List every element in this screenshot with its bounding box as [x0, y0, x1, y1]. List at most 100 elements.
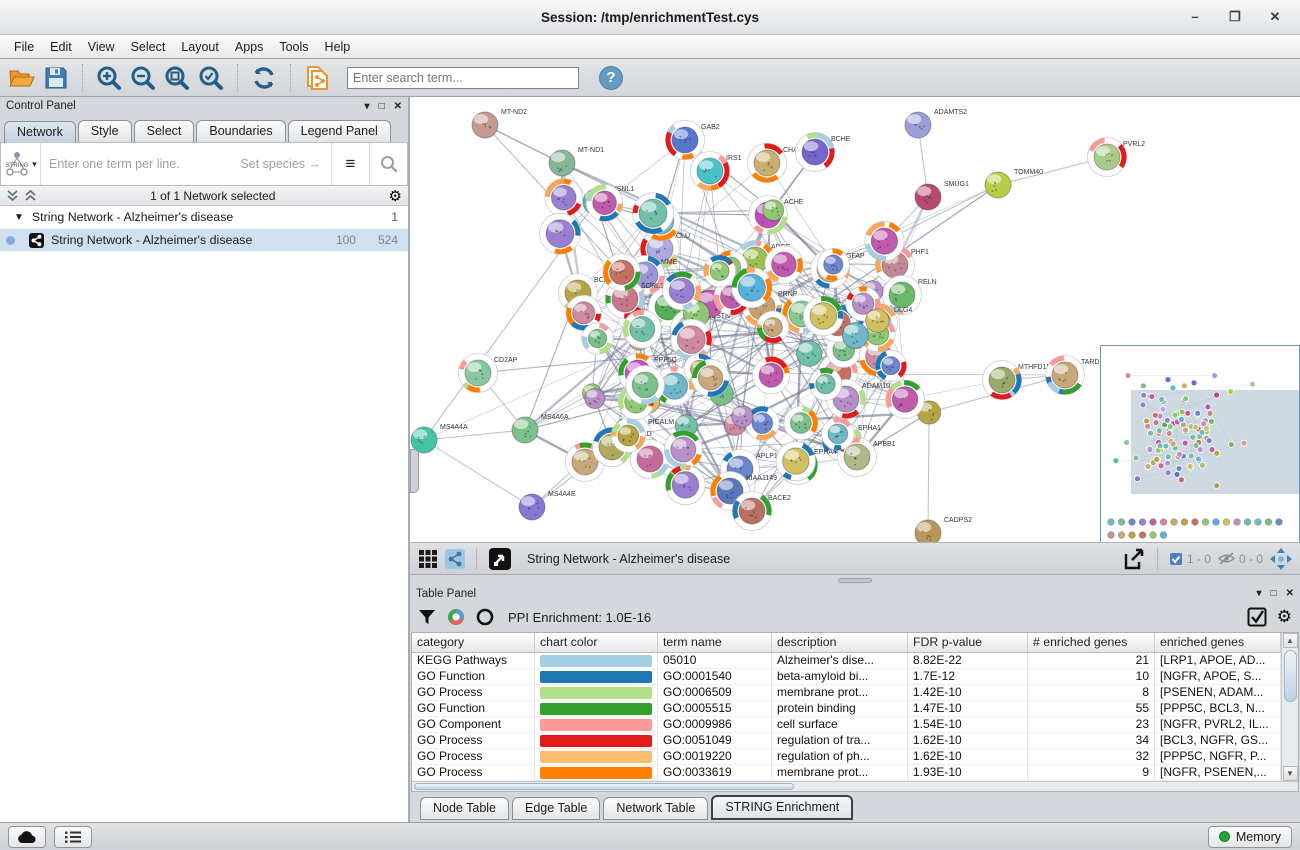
node[interactable]: [671, 319, 712, 360]
node[interactable]: [886, 380, 925, 419]
node[interactable]: [704, 255, 736, 287]
vertical-scrollbar[interactable]: ▲ ▼: [1281, 633, 1298, 781]
scroll-down-button[interactable]: ▼: [1283, 766, 1298, 781]
node[interactable]: [866, 309, 889, 332]
string-term-input[interactable]: Enter one term per line.: [41, 157, 240, 171]
grid-view-icon[interactable]: [418, 549, 438, 569]
open-session-button[interactable]: [8, 64, 36, 92]
zoom-in-button[interactable]: [95, 64, 123, 92]
horizontal-splitter[interactable]: [410, 575, 1300, 585]
node[interactable]: [757, 311, 789, 343]
column-header-category[interactable]: category: [412, 633, 535, 652]
node[interactable]: [809, 368, 841, 400]
node[interactable]: [611, 419, 645, 453]
node-CADPS2[interactable]: CADPS2: [915, 517, 972, 543]
table-row[interactable]: GO ComponentGO:0009986cell surface1.54E-…: [412, 717, 1281, 733]
menu-apps[interactable]: Apps: [227, 37, 272, 57]
column-header-description[interactable]: description: [772, 633, 908, 652]
node-PVRL2[interactable]: PVRL2: [1088, 138, 1146, 177]
zoom-selected-button[interactable]: [197, 64, 225, 92]
node[interactable]: [865, 221, 904, 260]
float-panel-icon[interactable]: □: [1271, 588, 1277, 599]
scrollbar-thumb[interactable]: [414, 783, 794, 790]
scroll-up-button[interactable]: ▲: [1283, 633, 1298, 648]
collapse-all-icon[interactable]: [6, 189, 19, 202]
node[interactable]: [732, 268, 772, 308]
node[interactable]: [582, 323, 613, 354]
string-logo[interactable]: STRING ▾: [1, 143, 41, 185]
menu-view[interactable]: View: [80, 37, 123, 57]
table-row[interactable]: GO ProcessGO:0051049regulation of tra...…: [412, 733, 1281, 749]
zoom-out-button[interactable]: [129, 64, 157, 92]
ring-icon[interactable]: [476, 608, 494, 626]
network-canvas[interactable]: MT-ND2MT-ND1VSNL1GAB2IRS1CHATBCHEADAMTS2…: [410, 97, 1300, 543]
node[interactable]: [540, 213, 581, 254]
node-MTHFD1L[interactable]: MTHFD1L: [983, 361, 1051, 400]
node-MS4A4E[interactable]: MS4A4E: [519, 491, 576, 520]
node-CHAT[interactable]: CHAT: [748, 144, 803, 183]
pan-navigation-icon[interactable]: [1270, 548, 1292, 570]
node[interactable]: [626, 366, 665, 405]
node-ADAMTS2[interactable]: ADAMTS2: [905, 109, 967, 138]
node[interactable]: [776, 441, 815, 480]
menu-layout[interactable]: Layout: [173, 37, 227, 57]
string-options-button[interactable]: ≡: [331, 143, 369, 185]
node[interactable]: [666, 465, 706, 505]
node[interactable]: [585, 388, 605, 408]
node[interactable]: [842, 322, 868, 348]
column-header--enriched-genes[interactable]: # enriched genes: [1028, 633, 1155, 652]
menu-file[interactable]: File: [6, 37, 42, 57]
tab-network-table[interactable]: Network Table: [603, 797, 708, 820]
node[interactable]: [732, 406, 753, 427]
scrollbar-thumb[interactable]: [1284, 650, 1297, 702]
menu-tools[interactable]: Tools: [271, 37, 316, 57]
share-network-icon[interactable]: [445, 549, 465, 569]
node[interactable]: [664, 431, 702, 469]
panel-menu-icon[interactable]: ▾: [365, 101, 370, 112]
table-row[interactable]: KEGG Pathways05010Alzheimer's dise...8.8…: [412, 653, 1281, 669]
node[interactable]: [753, 357, 790, 394]
tab-legend-panel[interactable]: Legend Panel: [288, 120, 391, 142]
panel-menu-icon[interactable]: ▾: [1257, 588, 1262, 599]
node[interactable]: [586, 184, 623, 221]
node-SMUG1[interactable]: SMUG1: [915, 181, 969, 210]
menu-edit[interactable]: Edit: [42, 37, 80, 57]
set-species-label[interactable]: Set species →: [240, 157, 331, 171]
node[interactable]: [663, 272, 701, 310]
select-columns-icon[interactable]: [1247, 607, 1267, 627]
tab-boundaries[interactable]: Boundaries: [196, 120, 285, 142]
table-row[interactable]: GO ProcessGO:0006509membrane prot...1.42…: [412, 685, 1281, 701]
table-row[interactable]: GO FunctionGO:0001540beta-amyloid bi...1…: [412, 669, 1281, 685]
node-CD2AP[interactable]: CD2AP: [459, 354, 518, 393]
expander-icon[interactable]: ▼: [14, 212, 24, 223]
help-icon[interactable]: ?: [599, 66, 623, 90]
menu-select[interactable]: Select: [123, 37, 174, 57]
search-input[interactable]: [347, 67, 579, 89]
table-row[interactable]: GO ProcessGO:0033619membrane prot...1.93…: [412, 765, 1281, 781]
node[interactable]: [763, 200, 784, 221]
string-search-button[interactable]: [369, 143, 407, 185]
node[interactable]: [765, 246, 803, 284]
birdseye-view-icon[interactable]: [488, 547, 512, 571]
import-network-button[interactable]: [303, 64, 331, 92]
node[interactable]: [817, 248, 849, 280]
node[interactable]: [803, 296, 843, 336]
cloud-tasks-button[interactable]: [8, 826, 46, 848]
column-header-enriched-genes[interactable]: enriched genes: [1155, 633, 1281, 652]
menu-help[interactable]: Help: [317, 37, 359, 57]
network-overview-inset[interactable]: [1100, 345, 1300, 543]
close-button[interactable]: ✕: [1268, 9, 1282, 25]
node-BACE2[interactable]: BACE2: [733, 492, 792, 531]
table-row[interactable]: GO ProcessGO:0019220regulation of ph...1…: [412, 749, 1281, 765]
task-history-button[interactable]: [54, 826, 92, 848]
zoom-fit-button[interactable]: [163, 64, 191, 92]
gear-icon[interactable]: ⚙: [389, 187, 402, 205]
donut-chart-icon[interactable]: [446, 607, 466, 627]
network-tree-row[interactable]: ▼String Network - Alzheimer's disease1: [0, 206, 408, 229]
node[interactable]: [784, 406, 818, 440]
network-tree-row[interactable]: String Network - Alzheimer's disease1005…: [0, 229, 408, 252]
node[interactable]: [875, 350, 906, 381]
column-header-chart-color[interactable]: chart color: [535, 633, 658, 652]
tab-edge-table[interactable]: Edge Table: [512, 797, 600, 820]
node-MT-ND2[interactable]: MT-ND2: [472, 109, 527, 138]
